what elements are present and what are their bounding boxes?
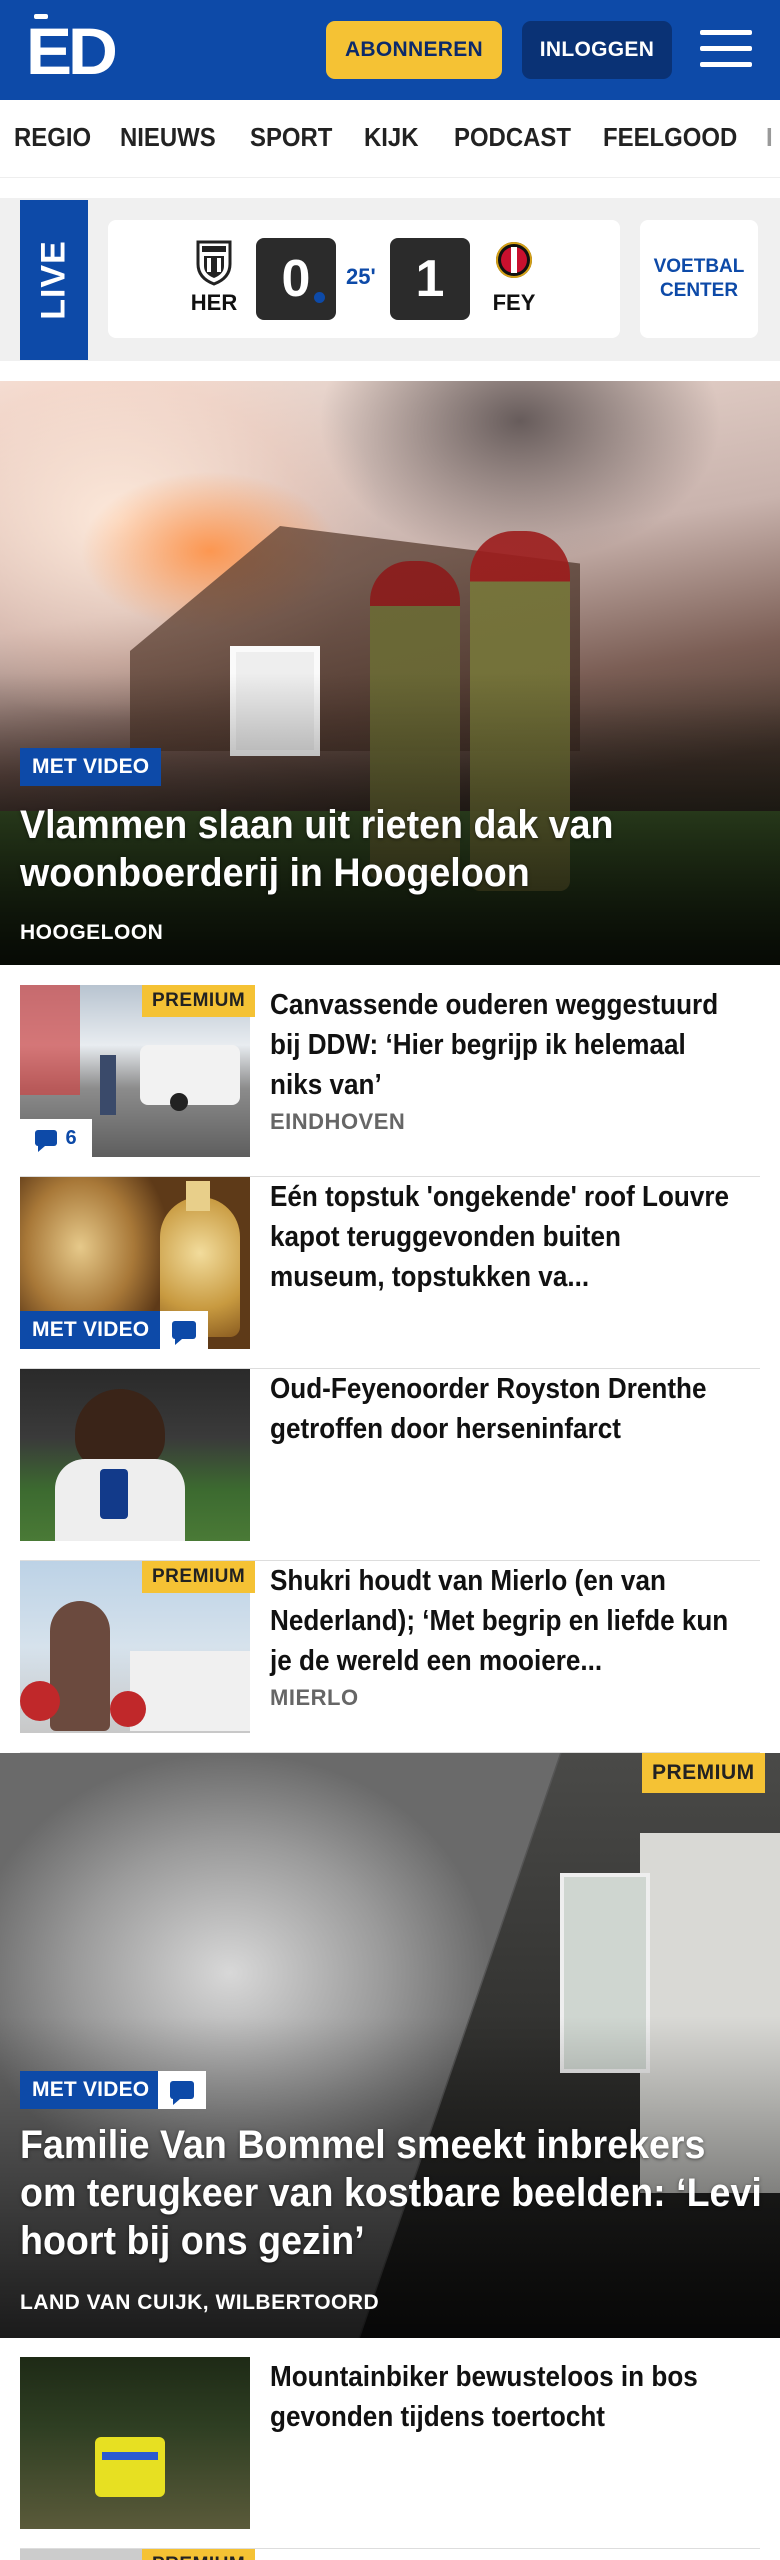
featured-title[interactable]: Familie Van Bommel smeekt inbrekers om t… xyxy=(20,2121,763,2265)
featured-article[interactable]: PREMIUM MET VIDEO Familie Van Bommel sme… xyxy=(0,1753,780,2338)
chat-badge xyxy=(158,2071,206,2109)
article-thumbnail xyxy=(20,2357,250,2529)
home-score: 0 xyxy=(256,238,336,320)
article-title[interactable]: Oud-Feyenoorder Royston Drenthe getroffe… xyxy=(270,1369,738,1449)
live-score-strip: LIVE HER 0 25' 1 FEY VOETBAL CENTER xyxy=(0,198,780,361)
video-badge: MET VIDEO xyxy=(20,748,162,786)
article-title[interactable]: Mountainbiker bewusteloos in bos gevonde… xyxy=(270,2357,738,2437)
premium-badge: PREMIUM xyxy=(142,2549,256,2560)
nav-item-sport[interactable]: SPORT xyxy=(250,122,332,153)
nav-item-overflow[interactable]: I xyxy=(766,122,773,153)
home-team-abbr: HER xyxy=(190,290,238,315)
subscribe-button[interactable]: ABONNEREN xyxy=(326,21,502,79)
nav-item-regio[interactable]: REGIO xyxy=(14,122,91,153)
comment-icon xyxy=(172,1321,196,1345)
away-team-abbr: FEY xyxy=(492,290,536,315)
comment-icon xyxy=(35,1130,58,1152)
feyenoord-crest-icon xyxy=(496,242,532,278)
nav-item-feelgood[interactable]: FEELGOOD xyxy=(603,122,737,153)
chat-badge xyxy=(160,1311,208,1349)
article-title[interactable]: Eén topstuk 'ongekende' roof Louvre kapo… xyxy=(270,1177,738,1297)
voetbal-center-link[interactable]: VOETBAL CENTER xyxy=(640,220,758,338)
featured-location: LAND VAN CUIJK, WILBERTOORD xyxy=(20,2291,380,2314)
article-item[interactable]: MET VIDEO Eén topstuk 'ongekende' roof L… xyxy=(20,1177,760,1369)
video-badge: MET VIDEO xyxy=(20,1311,162,1349)
article-title[interactable]: Canvassende ouderen wegge­stuurd bij DDW… xyxy=(270,985,738,1105)
live-indicator-dot xyxy=(314,292,325,303)
article-thumbnail xyxy=(20,1369,250,1541)
nav-item-podcast[interactable]: PODCAST xyxy=(454,122,571,153)
nav-item-kijk[interactable]: KIJK xyxy=(364,122,419,153)
hero-article[interactable]: MET VIDEO Vlammen slaan uit rieten dak v… xyxy=(0,381,780,965)
comment-icon xyxy=(170,2081,194,2105)
article-item[interactable]: PREMIUM Shukri houdt van Mierlo (en van … xyxy=(20,1561,760,1753)
match-minute: 25' xyxy=(346,264,376,289)
login-button[interactable]: INLOGGEN xyxy=(522,21,672,79)
hero-location: HOOGELOON xyxy=(20,921,164,944)
away-score: 1 xyxy=(390,238,470,320)
article-item[interactable]: PREMIUM xyxy=(20,2549,760,2560)
article-location: EINDHOVEN xyxy=(270,1109,406,1134)
hamburger-menu-icon[interactable] xyxy=(700,26,752,72)
article-item[interactable]: Mountainbiker bewusteloos in bos gevonde… xyxy=(20,2357,760,2549)
video-badge: MET VIDEO xyxy=(20,2071,162,2109)
logo-text: ED xyxy=(25,14,118,88)
comment-count[interactable]: 6 xyxy=(20,1119,92,1157)
premium-badge: PREMIUM xyxy=(142,1561,256,1593)
article-location: MIERLO xyxy=(270,1685,359,1710)
premium-badge: PREMIUM xyxy=(142,985,256,1017)
article-title[interactable]: Shukri houdt van Mierlo (en van Nederlan… xyxy=(270,1561,738,1681)
site-logo[interactable]: ED xyxy=(25,14,118,88)
match-score-card[interactable]: HER 0 25' 1 FEY xyxy=(108,220,620,338)
article-item[interactable]: PREMIUM 6 Canvassende ouderen wegge­stuu… xyxy=(20,985,760,1177)
section-nav: REGIO NIEUWS SPORT KIJK PODCAST FEELGOOD… xyxy=(0,100,780,178)
live-label: LIVE xyxy=(34,240,73,320)
site-header: ED ABONNEREN INLOGGEN xyxy=(0,0,780,100)
comment-count-value: 6 xyxy=(65,1126,77,1149)
live-tag: LIVE xyxy=(20,200,88,360)
nav-item-nieuws[interactable]: NIEUWS xyxy=(120,122,216,153)
away-team: FEY xyxy=(484,238,544,316)
home-team: HER xyxy=(184,238,244,316)
heracles-crest-icon xyxy=(196,240,232,286)
hero-title[interactable]: Vlammen slaan uit rieten dak van woonboe… xyxy=(20,801,763,897)
article-item[interactable]: Oud-Feyenoorder Royston Drenthe getroffe… xyxy=(20,1369,760,1561)
premium-badge: PREMIUM xyxy=(642,1753,765,1793)
